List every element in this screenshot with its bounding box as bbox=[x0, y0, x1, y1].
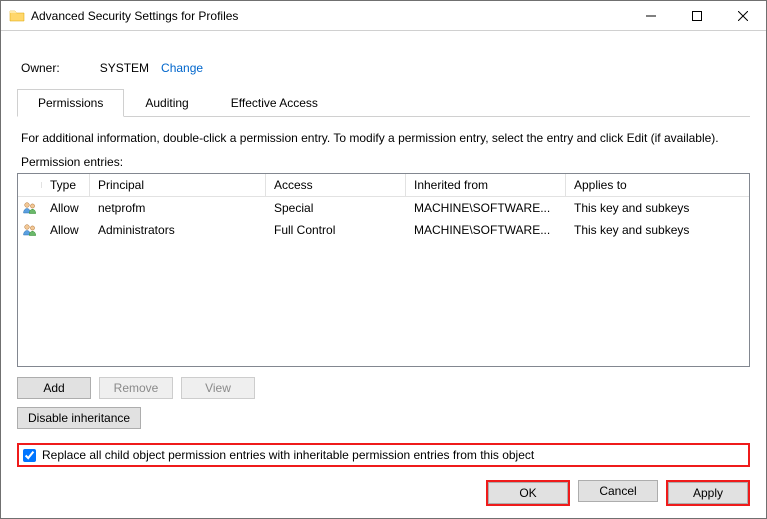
replace-children-checkbox[interactable] bbox=[23, 449, 36, 462]
change-owner-link[interactable]: Change bbox=[161, 61, 203, 75]
apply-button[interactable]: Apply bbox=[668, 482, 748, 504]
owner-value: SYSTEM bbox=[100, 61, 149, 75]
replace-children-label: Replace all child object permission entr… bbox=[42, 448, 534, 462]
col-applies[interactable]: Applies to bbox=[566, 174, 749, 196]
cell-type: Allow bbox=[42, 198, 90, 218]
view-button: View bbox=[181, 377, 255, 399]
dialog-body: Owner: SYSTEM Change Permissions Auditin… bbox=[1, 31, 766, 468]
ok-button[interactable]: OK bbox=[488, 482, 568, 504]
entry-buttons: Add Remove View bbox=[17, 367, 750, 407]
remove-button: Remove bbox=[99, 377, 173, 399]
dialog-footer: OK Cancel Apply bbox=[1, 468, 766, 518]
minimize-button[interactable] bbox=[628, 1, 674, 31]
cell-type: Allow bbox=[42, 220, 90, 240]
inherit-buttons: Disable inheritance bbox=[17, 407, 750, 437]
tab-auditing[interactable]: Auditing bbox=[124, 89, 209, 116]
info-text: For additional information, double-click… bbox=[17, 117, 750, 155]
table-row[interactable]: AllowAdministratorsFull ControlMACHINE\S… bbox=[18, 219, 749, 241]
cancel-button[interactable]: Cancel bbox=[578, 480, 658, 502]
users-icon bbox=[18, 197, 42, 219]
col-inherited[interactable]: Inherited from bbox=[406, 174, 566, 196]
window-title: Advanced Security Settings for Profiles bbox=[31, 9, 238, 23]
entries-label: Permission entries: bbox=[17, 155, 750, 173]
col-access[interactable]: Access bbox=[266, 174, 406, 196]
col-icon[interactable] bbox=[18, 182, 42, 188]
cell-access: Full Control bbox=[266, 220, 406, 240]
security-dialog: Advanced Security Settings for Profiles … bbox=[0, 0, 767, 519]
titlebar: Advanced Security Settings for Profiles bbox=[1, 1, 766, 31]
cell-principal: Administrators bbox=[90, 220, 266, 240]
cell-applies: This key and subkeys bbox=[566, 220, 749, 240]
owner-row: Owner: SYSTEM Change bbox=[17, 43, 750, 89]
cell-principal: netprofm bbox=[90, 198, 266, 218]
tab-effective-access[interactable]: Effective Access bbox=[210, 89, 339, 116]
cell-inherited: MACHINE\SOFTWARE... bbox=[406, 220, 566, 240]
tabs: Permissions Auditing Effective Access bbox=[17, 89, 750, 117]
col-type[interactable]: Type bbox=[42, 174, 90, 196]
close-button[interactable] bbox=[720, 1, 766, 31]
permission-grid[interactable]: Type Principal Access Inherited from App… bbox=[17, 173, 750, 367]
users-icon bbox=[18, 219, 42, 241]
disable-inheritance-button[interactable]: Disable inheritance bbox=[17, 407, 141, 429]
owner-label: Owner: bbox=[21, 61, 60, 75]
tab-permissions[interactable]: Permissions bbox=[17, 89, 124, 117]
cell-applies: This key and subkeys bbox=[566, 198, 749, 218]
table-row[interactable]: AllownetprofmSpecialMACHINE\SOFTWARE...T… bbox=[18, 197, 749, 219]
grid-header: Type Principal Access Inherited from App… bbox=[18, 174, 749, 197]
col-principal[interactable]: Principal bbox=[90, 174, 266, 196]
replace-children-row[interactable]: Replace all child object permission entr… bbox=[17, 443, 750, 467]
cell-access: Special bbox=[266, 198, 406, 218]
folder-icon bbox=[9, 8, 25, 24]
maximize-button[interactable] bbox=[674, 1, 720, 31]
add-button[interactable]: Add bbox=[17, 377, 91, 399]
ok-highlight: OK bbox=[486, 480, 570, 506]
cell-inherited: MACHINE\SOFTWARE... bbox=[406, 198, 566, 218]
apply-highlight: Apply bbox=[666, 480, 750, 506]
